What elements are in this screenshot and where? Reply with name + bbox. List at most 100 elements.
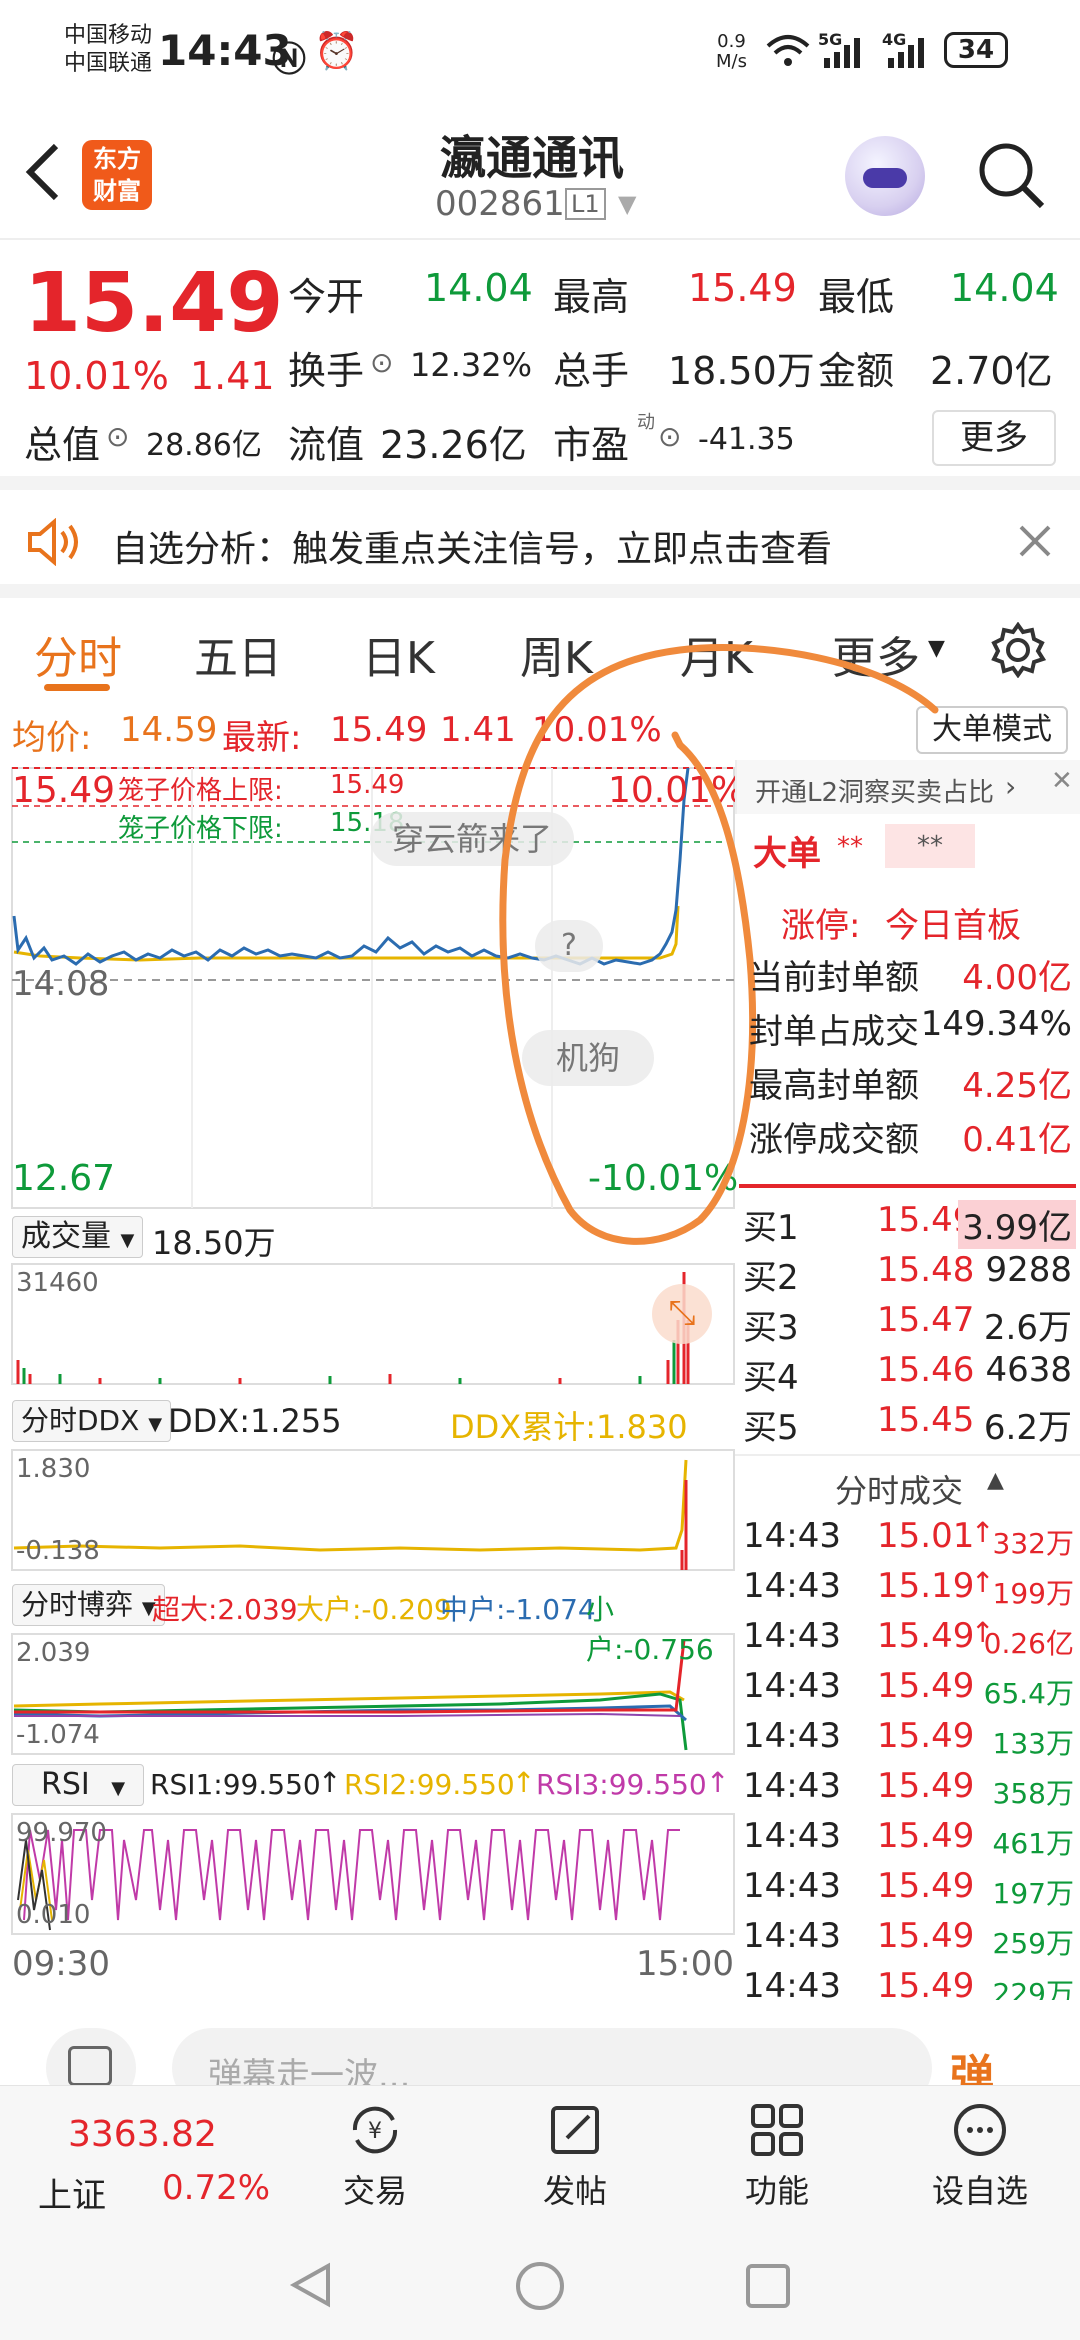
tick-volume: 65.4万 [983,1677,1074,1710]
tab-five-day[interactable]: 五日 [194,622,282,686]
robot-assistant-icon[interactable] [845,136,925,216]
more-dots-icon [954,2104,1006,2156]
rsi-axis-min: 0.010 [16,1900,91,1930]
grid-icon [751,2104,803,2156]
tab-daily-k[interactable]: 日K [362,622,435,686]
tick-volume: 133万 [992,1727,1074,1760]
rsi2-value: RSI2:99.550 [344,1768,515,1801]
price-axis-mid: 14.08 [12,964,110,1004]
latest-percent: 10.01% [532,710,662,750]
amount-label: 金额 [818,349,895,393]
limit-status: 今日首板 [885,906,1021,946]
big-order-mode-button[interactable]: 大单模式 [916,706,1068,754]
tick-time: 14:43 [743,1566,841,1606]
index-name[interactable]: 上证 [38,2168,106,2217]
tick-price: 15.49 [877,1616,975,1656]
rsi-indicator-select[interactable]: RSI ▼ [12,1764,144,1806]
game-axis-min: -1.074 [16,1720,100,1750]
tick-trades-title[interactable]: 分时成交 [835,1466,963,1512]
tick-time: 14:43 [743,1816,841,1856]
rsi3-value: RSI3:99.550 [536,1768,707,1801]
high-value: 15.49 [688,266,797,310]
intraday-chart-area: 15.49 10.01% 笼子价格上限: 15.49 笼子价格下限: 15.18… [0,760,745,2000]
limit-label: 涨停: [781,906,861,946]
tick-price: 15.49 [877,1666,975,1706]
nav-home-icon[interactable] [514,2260,566,2312]
game-indicator-select[interactable]: 分时博弈 ▼ [12,1584,165,1626]
tick-price: 15.49 [877,1916,975,1956]
nav-recents-icon[interactable] [744,2262,792,2310]
tick-time: 14:43 [743,1516,841,1556]
post-button[interactable]: 发帖 [530,2100,620,2212]
alarm-icon: ⏰ [314,31,359,72]
tab-more[interactable]: 更多 [832,622,920,686]
avg-value: 14.59 [120,710,218,750]
expand-icon[interactable]: ⤡ [652,1284,712,1344]
chevron-down-icon[interactable]: ▼ [618,190,636,218]
battery-icon: 34 [944,32,1008,68]
yen-refresh-icon: ¥ [352,2106,398,2154]
nav-back-icon[interactable] [286,2260,336,2310]
price-axis-bottom: 12.67 [12,1158,116,1199]
chevron-right-icon: › [1005,770,1017,803]
upper-cage-label: 笼子价格上限: [118,776,283,806]
time-axis-start: 09:30 [12,1944,110,1984]
notice-text: 自选分析：触发重点关注信号，立即点击查看 [112,529,833,570]
mktcap-label: 总值 [24,423,101,467]
market-level-badge[interactable]: L1 [565,188,606,220]
back-icon[interactable] [22,142,62,202]
tick-time: 14:43 [743,1916,841,1956]
high-label: 最高 [553,275,630,319]
net-speed-unit: M/s [716,51,747,72]
info-icon[interactable]: ⊙ [106,420,129,453]
tick-price: 15.49 [877,1866,975,1906]
quote-panel: 15.49 10.01% 1.41 今开 14.04 最高 15.49 最低 1… [0,242,1080,490]
danmu-bubble: 穿云箭来了 [370,812,575,866]
analysis-notice[interactable]: 自选分析：触发重点关注信号，立即点击查看 [0,490,1080,598]
index-value[interactable]: 3363.82 [68,2114,217,2155]
more-button[interactable]: 更多 [932,410,1056,466]
function-button[interactable]: 功能 [732,2100,822,2212]
tick-time: 14:43 [743,1766,841,1806]
settings-gear-icon[interactable] [990,622,1046,678]
pct-axis-top: 10.01% [608,770,746,811]
tick-price: 15.01 [877,1516,975,1556]
close-icon[interactable]: ✕ [1051,766,1073,796]
close-icon[interactable] [1018,524,1052,558]
change-percent: 10.01% [24,354,169,398]
app-logo[interactable]: 东方 财富 [82,140,152,210]
tab-weekly-k[interactable]: 周K [520,622,593,686]
index-percent[interactable]: 0.72% [162,2168,270,2208]
add-watchlist-button[interactable]: 设自选 [920,2100,1040,2212]
volume-label: 总手 [553,349,630,393]
search-icon[interactable] [976,140,1046,210]
upper-cage-value: 15.49 [330,770,405,800]
speaker-icon [28,518,78,566]
volume-indicator-select[interactable]: 成交量 ▼ [12,1216,144,1258]
danmu-bubble: 机狗 [522,1030,655,1086]
large-holder-value: 大户:-0.209 [296,1593,452,1626]
tick-time: 14:43 [743,1616,841,1656]
pe-dynamic-mark: 动 [637,412,655,433]
l2-upgrade-banner[interactable]: 开通L2洞察买卖占比 › ✕ [735,760,1080,814]
tab-intraday[interactable]: 分时 [34,622,122,686]
tick-price: 15.49 [877,1766,975,1806]
stock-code: 002861 [435,184,565,224]
active-tab-indicator [44,684,110,691]
trade-button[interactable]: ¥ 交易 [330,2100,420,2212]
tick-volume: 0.26亿 [983,1627,1074,1660]
stock-name: 瀛通通讯 [440,131,624,185]
info-icon[interactable]: ⊙ [658,420,681,453]
info-icon[interactable]: ⊙ [370,346,393,379]
tab-monthly-k[interactable]: 月K [680,622,753,686]
sort-up-icon[interactable]: ▲ [987,1468,1004,1493]
chart-graphics [11,767,735,1935]
bottom-toolbar: 3363.82 上证 0.72% ¥ 交易 发帖 功能 设自选 [0,2085,1080,2230]
super-large-value: 超大:2.039 [152,1593,298,1626]
ddx-indicator-select[interactable]: 分时DDX ▼ [12,1400,172,1442]
price-info-bar: 均价: 14.59 最新: 15.49 1.41 10.01% 大单模式 [0,700,1080,760]
open-label: 今开 [288,275,365,319]
signal-icon [824,38,860,68]
tick-volume: 461万 [992,1827,1074,1860]
tick-time: 14:43 [743,1666,841,1706]
